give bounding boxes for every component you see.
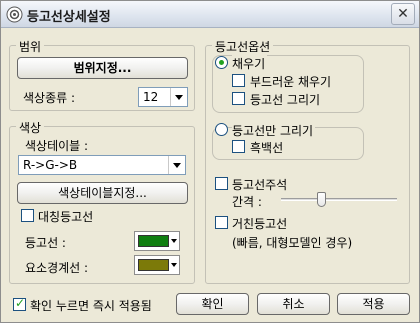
symmetric-contour-checkbox[interactable]: [21, 209, 34, 222]
color-group-label: 색상: [16, 119, 45, 136]
fill-radio[interactable]: [215, 56, 228, 69]
close-icon: ✕: [397, 6, 409, 22]
interval-slider-track[interactable]: [281, 198, 397, 201]
color-type-select[interactable]: 12: [138, 87, 188, 107]
color-table-label: 색상테이블 :: [25, 139, 89, 153]
fill-label: 채우기: [232, 55, 268, 72]
element-boundary-color-swatch: [138, 259, 169, 271]
annotation-checkbox[interactable]: [215, 177, 228, 190]
element-boundary-color-picker[interactable]: [134, 255, 180, 275]
chevron-down-icon: [170, 88, 187, 106]
coarse-contour-label: 거친등고선: [232, 217, 288, 231]
apply-immediately-label: 확인 누르면 즉시 적용됨: [30, 299, 152, 313]
interval-slider-thumb[interactable]: [317, 192, 326, 207]
contour-line-color-picker[interactable]: [134, 231, 180, 251]
contour-settings-dialog: 등고선상세설정 ✕ 범위 범위지정... 색상종류 : 12 색상 색상테이블 …: [0, 0, 420, 323]
smooth-fill-checkbox[interactable]: [232, 74, 245, 87]
smooth-fill-label: 부드러운 채우기: [250, 75, 332, 89]
draw-contour-checkbox[interactable]: [232, 92, 245, 105]
chevron-down-icon: [170, 256, 178, 274]
range-button[interactable]: 범위지정...: [17, 57, 188, 79]
monochrome-checkbox[interactable]: [232, 140, 245, 153]
coarse-contour-note: (빠름, 대형모델인 경우): [232, 236, 353, 250]
draw-contour-label: 등고선 그리기: [250, 93, 321, 107]
color-table-select[interactable]: R->G->B: [18, 155, 186, 175]
apply-immediately-checkbox[interactable]: [13, 296, 26, 311]
coarse-contour-checkbox[interactable]: [215, 216, 228, 229]
annotation-label: 등고선주석: [232, 178, 288, 192]
color-table-value: R->G->B: [23, 158, 78, 172]
cancel-button[interactable]: 취소: [257, 293, 330, 315]
color-type-label: 색상종류 :: [23, 91, 76, 105]
close-button[interactable]: ✕: [391, 3, 415, 25]
app-icon: [6, 6, 23, 23]
title-bar[interactable]: 등고선상세설정 ✕: [1, 1, 419, 28]
dialog-title: 등고선상세설정: [27, 10, 111, 25]
ok-button[interactable]: 확인: [176, 293, 249, 315]
chevron-down-icon: [168, 156, 185, 174]
contour-only-label: 등고선만 그리기: [232, 122, 316, 139]
contour-only-radio[interactable]: [215, 123, 228, 136]
color-type-value: 12: [143, 90, 159, 104]
apply-button[interactable]: 적용: [337, 293, 410, 315]
contour-options-label: 등고선옵션: [212, 38, 274, 55]
interval-label: 간격 :: [232, 195, 262, 209]
color-table-button[interactable]: 색상테이블지정...: [17, 182, 188, 204]
symmetric-contour-label: 대칭등고선: [38, 210, 94, 224]
range-group-label: 범위: [16, 38, 45, 55]
chevron-down-icon: [170, 232, 178, 250]
contour-line-label: 등고선 :: [25, 236, 66, 250]
contour-line-color-swatch: [138, 235, 169, 247]
element-boundary-label: 요소경계선 :: [25, 261, 89, 275]
monochrome-label: 흑백선: [250, 141, 284, 155]
